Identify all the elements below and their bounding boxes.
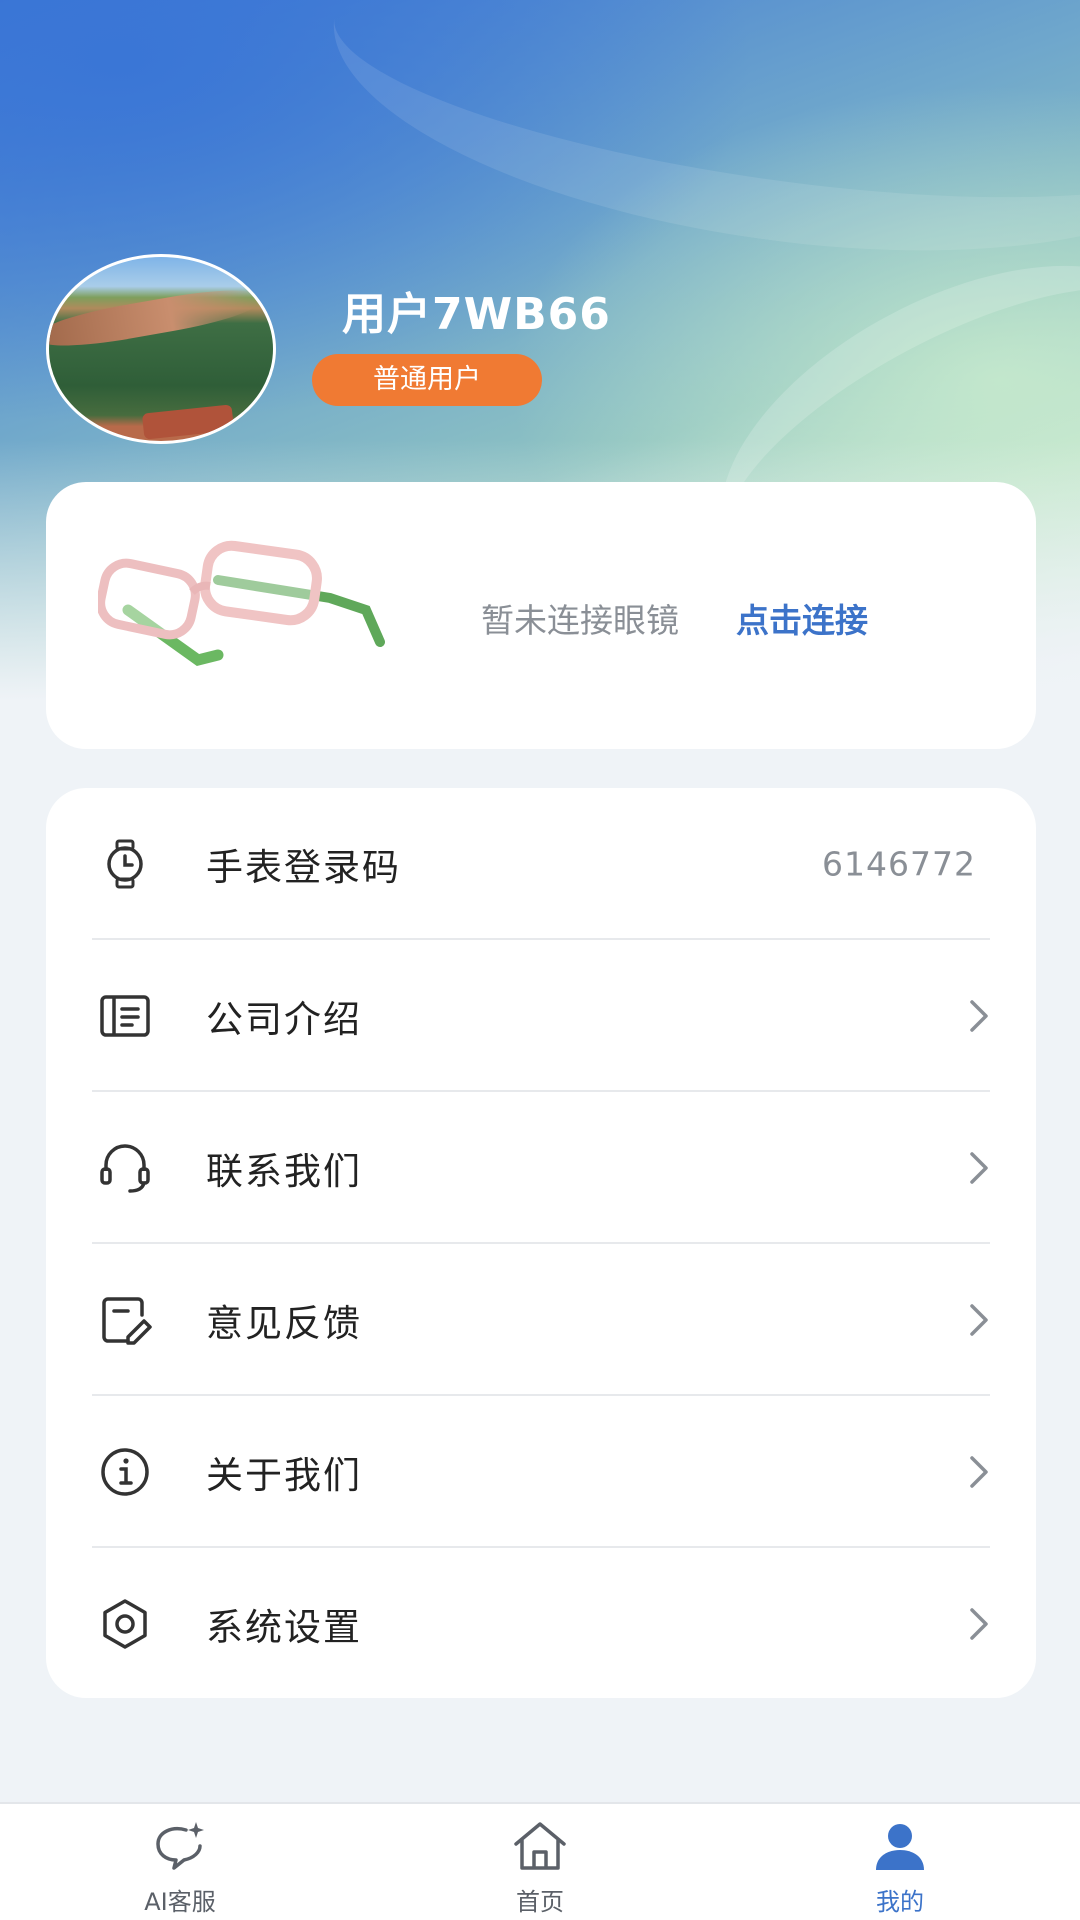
watch-icon: [107, 839, 143, 889]
menu-item-about-us[interactable]: 关于我们: [46, 1396, 1036, 1548]
menu-item-system-settings[interactable]: 系统设置: [46, 1548, 1036, 1700]
chevron-right-icon: [970, 1608, 988, 1640]
chevron-right-icon: [970, 1304, 988, 1336]
menu-item-feedback[interactable]: 意见反馈: [46, 1244, 1036, 1396]
glasses-connection-card[interactable]: 暂未连接眼镜 点击连接: [46, 482, 1036, 749]
profile-icon: [876, 1824, 924, 1870]
tab-ai-service[interactable]: AI客服: [80, 1804, 280, 1920]
connect-glasses-link[interactable]: 点击连接: [736, 594, 868, 642]
chevron-right-icon: [970, 1000, 988, 1032]
username: 用户7WB66: [342, 289, 611, 340]
ai-chat-icon: [156, 1822, 204, 1870]
menu-item-label: 系统设置: [206, 1606, 362, 1649]
tab-home[interactable]: 首页: [440, 1804, 640, 1920]
chevron-right-icon: [970, 1152, 988, 1184]
menu-item-label: 手表登录码: [206, 846, 401, 889]
menu-item-watch-login-code[interactable]: 手表登录码 6146772: [46, 788, 1036, 940]
user-level-badge: 普通用户: [312, 354, 542, 406]
chevron-right-icon: [970, 1456, 988, 1488]
bottom-navigation: AI客服 首页 我的: [0, 1802, 1080, 1920]
settings-menu: 手表登录码 6146772 公司介绍 联系我们 意见反馈 关于我们 系统设置: [46, 788, 1036, 1698]
avatar-shore: [49, 282, 261, 354]
nav-label: 首页: [516, 1888, 564, 1916]
home-icon: [514, 1822, 566, 1870]
glasses-image: [98, 540, 385, 666]
nav-label: AI客服: [144, 1888, 216, 1916]
feedback-edit-icon: [102, 1297, 152, 1345]
tab-mine[interactable]: 我的: [800, 1804, 1000, 1920]
headset-icon: [100, 1144, 150, 1193]
avatar[interactable]: [46, 254, 276, 444]
company-doc-icon: [100, 995, 150, 1037]
glasses-status-text: 暂未连接眼镜: [481, 601, 679, 640]
profile-page: 用户7WB66 普通用户 暂未连接眼镜 点击连接 手表登录码 6146772 公…: [0, 0, 1080, 1920]
menu-item-label: 公司介绍: [206, 998, 362, 1041]
menu-item-label: 联系我们: [206, 1150, 362, 1193]
watch-login-code-value: 6146772: [822, 844, 976, 884]
menu-item-label: 意见反馈: [206, 1302, 362, 1345]
nav-label: 我的: [876, 1888, 924, 1916]
menu-item-contact-us[interactable]: 联系我们: [46, 1092, 1036, 1244]
info-icon: [101, 1448, 149, 1496]
menu-item-label: 关于我们: [206, 1454, 362, 1497]
decorative-curve: [312, 0, 1080, 302]
menu-item-company-intro[interactable]: 公司介绍: [46, 940, 1036, 1092]
settings-gear-icon: [103, 1599, 147, 1649]
